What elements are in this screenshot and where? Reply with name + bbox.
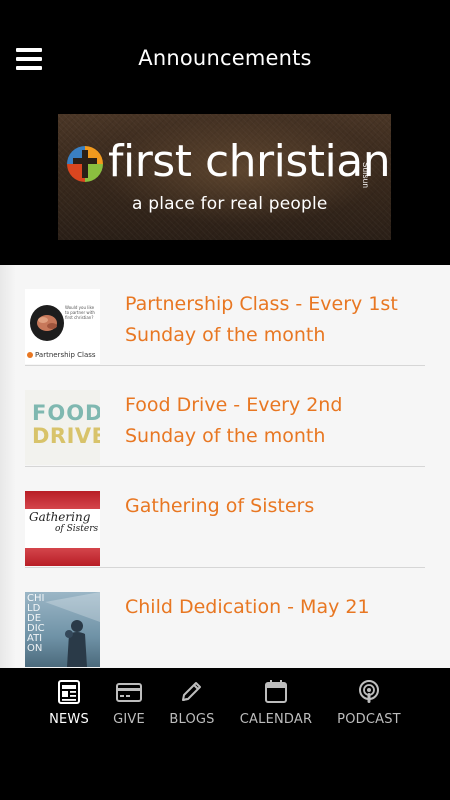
svg-text:first christian?: first christian? <box>65 315 93 320</box>
banner-location: Suisun <box>361 162 370 189</box>
thumb-heading: Gathering <box>29 510 91 524</box>
credit-card-icon <box>116 683 142 702</box>
thumb-word-food: FOOD <box>32 401 100 425</box>
tab-calendar-label: CALENDAR <box>239 712 313 727</box>
announcement-title: Food Drive - Every 2nd Sunday of the mon… <box>125 394 343 447</box>
food-drive-thumbnail: FOOD DRIVE <box>25 390 100 465</box>
list-item[interactable]: Gathering of Sisters Gathering of Sister… <box>25 467 425 568</box>
page-title: Announcements <box>138 46 312 70</box>
church-logo-icon <box>67 146 103 182</box>
thumb-caption: Partnership Class <box>35 351 96 359</box>
tab-news[interactable]: NEWS <box>40 668 98 738</box>
bottom-navigation: NEWS GIVE BLOGS CALENDAR PODCAST <box>0 668 450 800</box>
thumb-top-band <box>25 491 100 509</box>
calendar-icon <box>265 680 287 703</box>
thumb-bottom-band <box>25 548 100 566</box>
announcements-list: Would you like to partner with first chr… <box>0 265 450 668</box>
list-item[interactable]: Would you like to partner with first chr… <box>25 265 425 366</box>
partnership-thumbnail: Would you like to partner with first chr… <box>25 289 100 364</box>
podcast-icon <box>359 680 379 703</box>
tab-blogs[interactable]: BLOGS <box>164 668 220 738</box>
tab-blogs-label: BLOGS <box>169 712 215 727</box>
banner-brand-text: first christian <box>108 136 391 187</box>
tab-news-label: NEWS <box>49 712 89 727</box>
announcement-title: Partnership Class - Every 1st Sunday of … <box>125 293 398 346</box>
church-banner: first christian a place for real people … <box>58 114 391 240</box>
banner-tagline: a place for real people <box>132 194 328 214</box>
thumb-sub: of Sisters <box>55 524 99 534</box>
tab-podcast-label: PODCAST <box>337 712 401 727</box>
child-dedication-thumbnail: CHILD DEDICATION <box>25 592 100 667</box>
tab-give[interactable]: GIVE <box>104 668 154 738</box>
announcement-title: Gathering of Sisters <box>125 495 315 517</box>
thumb-word-drive: DRIVE <box>32 424 100 448</box>
pencil-icon <box>182 682 201 701</box>
tab-podcast[interactable]: PODCAST <box>332 668 406 738</box>
thumb-text: CHILD DEDICATION <box>27 593 45 654</box>
gathering-of-sisters-thumbnail: Gathering of Sisters <box>25 491 100 566</box>
list-item[interactable]: FOOD DRIVE Food Drive - Every 2nd Sunday… <box>25 366 425 467</box>
announcement-title: Child Dedication - May 21 <box>125 596 370 618</box>
tab-calendar[interactable]: CALENDAR <box>232 668 320 738</box>
news-icon <box>58 680 80 704</box>
tab-give-label: GIVE <box>113 712 145 727</box>
list-item[interactable]: CHILD DEDICATION Child Dedication - May … <box>25 568 425 668</box>
app-header: Announcements first christian a place fo… <box>0 0 450 265</box>
